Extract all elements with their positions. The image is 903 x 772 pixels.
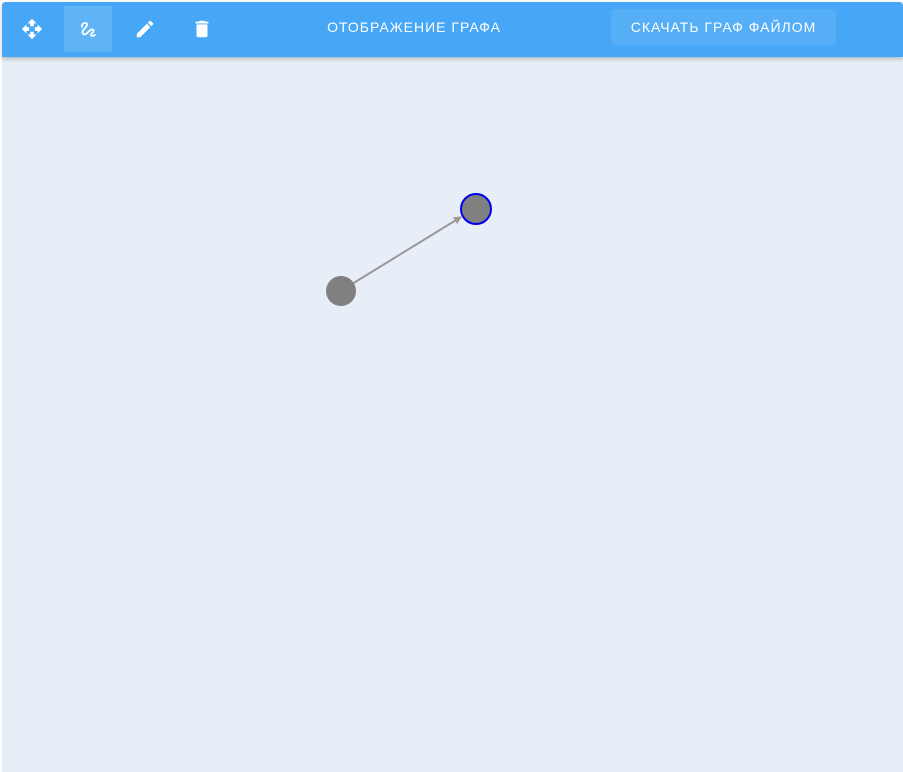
move-tool-button[interactable]: [8, 6, 56, 52]
delete-tool-button[interactable]: [178, 6, 226, 52]
trash-icon: [195, 20, 209, 38]
toolbar: ОТОБРАЖЕНИЕ ГРАФА СКАЧАТЬ ГРАФ ФАЙЛОМ: [2, 2, 903, 57]
download-graph-button[interactable]: СКАЧАТЬ ГРАФ ФАЙЛОМ: [611, 9, 836, 45]
draw-edge-icon: [81, 22, 96, 37]
move-icon: [21, 18, 43, 40]
graph-node[interactable]: [326, 276, 356, 306]
page-title: ОТОБРАЖЕНИЕ ГРАФА: [327, 19, 501, 35]
pencil-tool-button[interactable]: [121, 6, 169, 52]
graph-canvas[interactable]: [2, 57, 903, 772]
draw-edge-tool-button[interactable]: [64, 6, 112, 52]
pencil-icon: [136, 20, 154, 38]
graph-app: ОТОБРАЖЕНИЕ ГРАФА СКАЧАТЬ ГРАФ ФАЙЛОМ: [2, 2, 903, 772]
graph-node-selected[interactable]: [460, 193, 492, 225]
graph-edge[interactable]: [351, 216, 462, 285]
